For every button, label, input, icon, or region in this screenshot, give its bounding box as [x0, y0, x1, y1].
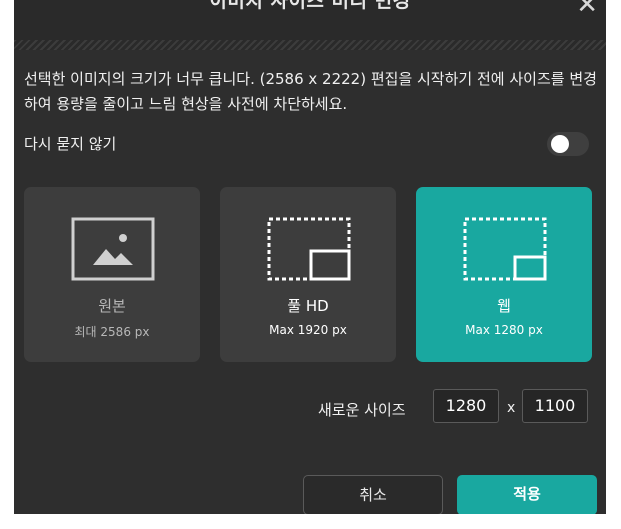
option-card-full-hd[interactable]: 풀 HD Max 1920 px	[220, 187, 396, 362]
size-warning-message: 선택한 이미지의 크기가 너무 큽니다. (2586 x 2222) 편집을 시…	[24, 70, 597, 113]
dont-ask-toggle[interactable]	[547, 132, 589, 156]
apply-button[interactable]: 적용	[457, 475, 597, 514]
width-input[interactable]: 1280	[433, 389, 499, 423]
dialog-title: 이미지 사이즈 미리 변경	[209, 0, 411, 12]
option-name: 원본	[98, 297, 126, 315]
title-divider	[14, 40, 606, 50]
option-name: 웹	[497, 297, 511, 315]
toggle-knob	[551, 135, 569, 153]
option-size: Max 1280 px	[465, 323, 543, 337]
dialog-titlebar: 이미지 사이즈 미리 변경 ✕	[14, 0, 606, 40]
new-size-label: 새로운 사이즈	[318, 401, 406, 419]
size-separator: x	[507, 400, 516, 416]
cancel-button[interactable]: 취소	[303, 475, 443, 514]
resize-icon	[267, 217, 351, 281]
resize-dialog: 이미지 사이즈 미리 변경 ✕ 선택한 이미지의 크기가 너무 큽니다. (25…	[14, 0, 606, 514]
close-icon[interactable]: ✕	[576, 0, 598, 20]
height-input[interactable]: 1100	[522, 389, 588, 423]
option-name: 풀 HD	[287, 297, 329, 315]
dont-ask-label: 다시 묻지 않기	[24, 135, 117, 153]
option-card-original[interactable]: 원본 최대 2586 px	[24, 187, 200, 362]
option-size: 최대 2586 px	[74, 325, 150, 339]
resize-icon	[463, 217, 547, 281]
image-icon	[71, 217, 155, 281]
option-size: Max 1920 px	[269, 323, 347, 337]
option-card-web[interactable]: 웹 Max 1280 px	[416, 187, 592, 362]
